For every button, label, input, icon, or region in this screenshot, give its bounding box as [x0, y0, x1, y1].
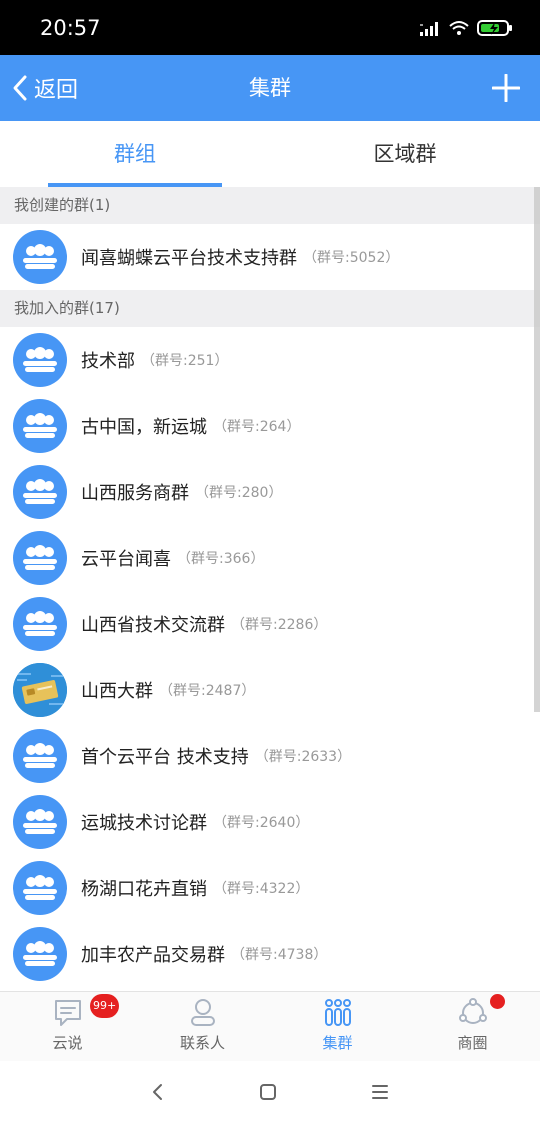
tabbar-label: 商圈 [457, 1034, 488, 1052]
list-item[interactable]: 加丰农产品交易群 （群号:4738） [0, 921, 540, 987]
nav-bar: 返回 集群 [0, 55, 540, 121]
tabbar-label: 集群 [322, 1034, 353, 1052]
group-id: （群号:251） [141, 353, 229, 369]
system-nav-bar [0, 1061, 540, 1122]
contact-icon [190, 999, 215, 1026]
back-button[interactable]: 返回 [10, 55, 78, 121]
group-avatar-icon [13, 861, 67, 915]
group-avatar-icon [13, 465, 67, 519]
list-item[interactable]: 闻喜蝴蝶云平台技术支持群 （群号:5052） [0, 224, 540, 290]
system-menu-icon[interactable] [365, 1077, 395, 1107]
group-id: （群号:264） [213, 419, 301, 435]
bottom-tabbar: 99+ 云说 联系人 集群 商圈 [0, 991, 540, 1061]
scrollbar[interactable] [534, 187, 540, 712]
wifi-icon [449, 21, 469, 35]
group-id: （群号:280） [195, 485, 283, 501]
back-label: 返回 [34, 78, 79, 103]
tabbar-item-cluster[interactable]: 集群 [270, 992, 405, 1062]
group-name: 加丰农产品交易群 [81, 945, 225, 966]
tabbar-label: 云说 [52, 1034, 83, 1052]
group-avatar-icon [13, 531, 67, 585]
group-name: 山西服务商群 [81, 483, 189, 504]
system-back-icon[interactable] [143, 1077, 173, 1107]
group-id: （群号:366） [177, 551, 265, 567]
unread-badge: 99+ [90, 994, 120, 1018]
list-item[interactable]: 技术部 （群号:251） [0, 327, 540, 393]
list-item[interactable]: 首个云平台 技术支持 （群号:2633） [0, 723, 540, 789]
system-home-icon[interactable] [253, 1077, 283, 1107]
status-icons [420, 18, 520, 38]
tabbar-item-business[interactable]: 商圈 [405, 992, 540, 1062]
status-time: 20:57 [40, 16, 101, 40]
signal-icon [420, 22, 438, 36]
tab-groups[interactable]: 群组 [0, 121, 270, 187]
notification-dot [490, 994, 505, 1009]
group-id: （群号:2286） [231, 617, 328, 633]
group-name: 云平台闻喜 [81, 549, 171, 570]
group-avatar-icon [13, 230, 67, 284]
list-item[interactable]: 山西省技术交流群 （群号:2286） [0, 591, 540, 657]
add-icon[interactable] [492, 74, 520, 102]
group-avatar-icon [13, 729, 67, 783]
back-arrow-icon [13, 75, 27, 101]
group-id: （群号:5052） [303, 250, 400, 266]
group-name: 技术部 [81, 351, 135, 372]
group-name: 首个云平台 技术支持 [81, 747, 249, 768]
list-item[interactable]: 运城技术讨论群 （群号:2640） [0, 789, 540, 855]
group-name: 杨湖口花卉直销 [81, 879, 207, 900]
tabs: 群组 区域群 [0, 121, 540, 187]
group-avatar-icon [13, 597, 67, 651]
section-header-joined: 我加入的群(17) [0, 290, 540, 327]
group-id: （群号:2640） [213, 815, 310, 831]
group-name: 运城技术讨论群 [81, 813, 207, 834]
group-name: 山西省技术交流群 [81, 615, 225, 636]
group-name: 古中国，新运城 [81, 417, 207, 438]
group-avatar-icon [13, 333, 67, 387]
chat-icon [54, 1000, 81, 1026]
tab-regional-groups[interactable]: 区域群 [270, 121, 540, 187]
tabbar-item-contacts[interactable]: 联系人 [135, 992, 270, 1062]
list-item[interactable]: 山西服务商群 （群号:280） [0, 459, 540, 525]
page-title: 集群 [249, 76, 291, 100]
group-id: （群号:2633） [254, 749, 352, 765]
business-circle-icon [458, 998, 487, 1024]
battery-icon [477, 20, 512, 36]
list-item[interactable]: 云平台闻喜 （群号:366） [0, 525, 540, 591]
list-item[interactable]: 杨湖口花卉直销 （群号:4322） [0, 855, 540, 921]
list-item[interactable]: 山西大群 （群号:2487） [0, 657, 540, 723]
group-id: （群号:4322） [213, 881, 310, 897]
group-id: （群号:2487） [159, 683, 256, 699]
group-photo-avatar [13, 663, 67, 717]
group-avatar-icon [13, 795, 67, 849]
group-avatar-icon [13, 399, 67, 453]
list-item[interactable]: 古中国，新运城 （群号:264） [0, 393, 540, 459]
group-name: 山西大群 [81, 681, 153, 702]
group-avatar-icon [13, 927, 67, 981]
tabbar-item-chat[interactable]: 99+ 云说 [0, 992, 135, 1062]
group-list[interactable]: 我创建的群(1) 闻喜蝴蝶云平台技术支持群 （群号:5052） 我加入的群(17… [0, 187, 540, 991]
cluster-icon [324, 999, 351, 1026]
status-bar: 20:57 [0, 0, 540, 55]
group-id: （群号:4738） [231, 947, 328, 963]
section-header-created: 我创建的群(1) [0, 187, 540, 224]
tabbar-label: 联系人 [179, 1034, 225, 1052]
group-name: 闻喜蝴蝶云平台技术支持群 [81, 248, 297, 269]
